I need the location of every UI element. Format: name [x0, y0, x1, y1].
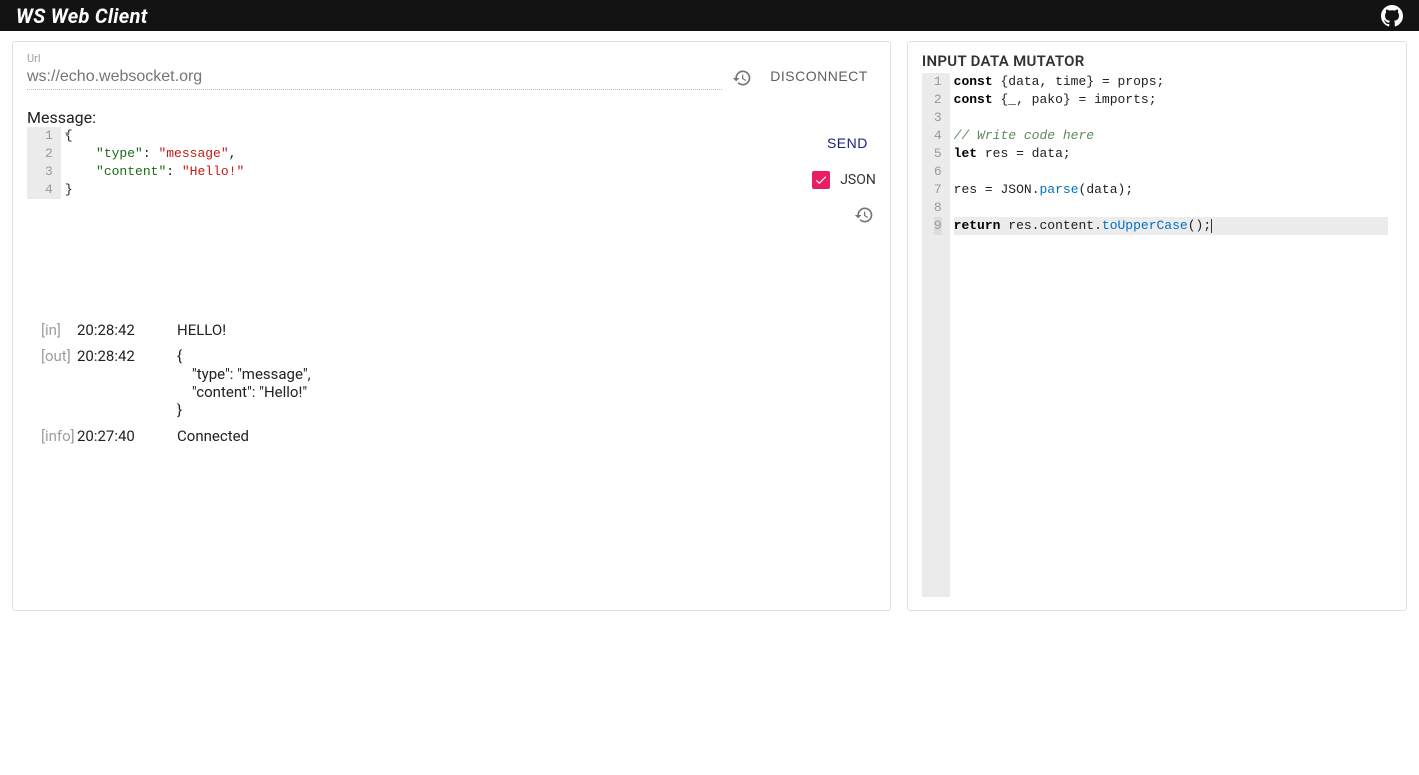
message-label: Message: — [27, 108, 876, 127]
log-area: [in]20:28:42HELLO![out]20:28:42{ "type":… — [27, 317, 876, 449]
main-content: Url DISCONNECT Message: 1234 ▾ { "type":… — [0, 31, 1419, 621]
log-time: 20:28:42 — [77, 321, 177, 339]
json-checkbox[interactable] — [812, 171, 830, 189]
log-tag: [in] — [27, 321, 77, 339]
url-field-wrap: Url — [27, 52, 722, 90]
log-row: [info]20:27:40Connected — [27, 423, 876, 449]
log-tag: [info] — [27, 427, 77, 445]
log-row: [in]20:28:42HELLO! — [27, 317, 876, 343]
url-input[interactable] — [27, 66, 722, 90]
app-header: WS Web Client — [0, 0, 1419, 31]
mutator-editor[interactable]: 123456789 const {data, time} = props;con… — [922, 73, 1392, 597]
json-label: JSON — [840, 172, 876, 188]
message-history-icon[interactable] — [852, 203, 876, 227]
message-section: 1234 ▾ { "type": "message", "content": "… — [27, 127, 876, 227]
fold-arrow-icon[interactable]: ▾ — [65, 129, 75, 139]
app-title: WS Web Client — [16, 4, 148, 28]
url-label: Url — [27, 52, 722, 65]
mutator-title: INPUT DATA MUTATOR — [922, 52, 1392, 70]
log-time: 20:28:42 — [77, 347, 177, 419]
history-icon[interactable] — [730, 66, 754, 90]
url-row: Url DISCONNECT — [27, 52, 876, 90]
mutator-panel: INPUT DATA MUTATOR 123456789 const {data… — [907, 41, 1407, 611]
json-toggle-row: JSON — [812, 171, 876, 189]
message-editor[interactable]: 1234 ▾ { "type": "message", "content": "… — [27, 127, 764, 199]
log-time: 20:27:40 — [77, 427, 177, 445]
send-button[interactable]: SEND — [819, 129, 876, 157]
log-row: [out]20:28:42{ "type": "message", "conte… — [27, 343, 876, 423]
github-icon[interactable] — [1381, 5, 1403, 27]
connection-panel: Url DISCONNECT Message: 1234 ▾ { "type":… — [12, 41, 891, 611]
log-tag: [out] — [27, 347, 77, 419]
disconnect-button[interactable]: DISCONNECT — [762, 62, 876, 90]
log-body: Connected — [177, 427, 876, 445]
message-actions: SEND JSON — [772, 127, 876, 227]
log-body: { "type": "message", "content": "Hello!"… — [177, 347, 876, 419]
message-editor-wrap: 1234 ▾ { "type": "message", "content": "… — [27, 127, 764, 199]
log-body: HELLO! — [177, 321, 876, 339]
